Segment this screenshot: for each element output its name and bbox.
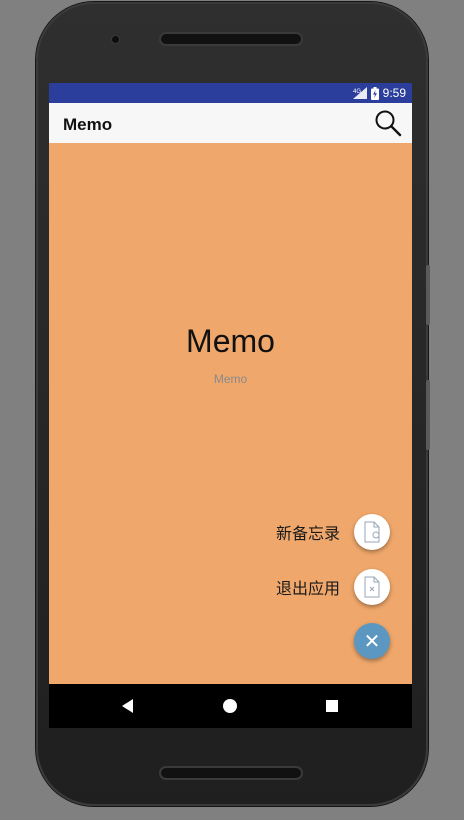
- network-type: 4G: [353, 89, 361, 95]
- power-button: [426, 380, 430, 450]
- front-camera: [112, 36, 119, 43]
- new-memo-button[interactable]: [354, 514, 390, 550]
- bottom-speaker: [161, 768, 301, 778]
- exit-app-button[interactable]: [354, 569, 390, 605]
- delete-file-icon: [364, 576, 380, 598]
- status-bar: 4G 9:59: [49, 83, 412, 103]
- search-icon[interactable]: [374, 109, 402, 137]
- exit-app-action[interactable]: 退出应用: [276, 569, 390, 605]
- signal-icon: 4G: [352, 87, 367, 99]
- battery-icon: [370, 86, 379, 100]
- main-content: Memo Memo 新备忘录 退出应用 ✕: [49, 143, 412, 684]
- recents-icon[interactable]: [322, 696, 342, 716]
- new-file-icon: [364, 521, 380, 543]
- close-menu-button[interactable]: ✕: [354, 623, 390, 659]
- home-icon[interactable]: [220, 696, 240, 716]
- volume-button: [426, 265, 430, 325]
- app-title: Memo: [63, 115, 113, 134]
- screen: 4G 9:59 Memo Memo Memo 新备忘录 退出应用 ✕: [49, 83, 412, 728]
- new-memo-label: 新备忘录: [275, 526, 340, 543]
- close-icon: ✕: [363, 630, 381, 653]
- exit-app-label: 退出应用: [275, 581, 340, 598]
- clock: 9:59: [382, 86, 406, 100]
- top-speaker: [161, 34, 301, 44]
- back-icon[interactable]: [118, 696, 138, 716]
- app-bar: Memo: [49, 103, 412, 143]
- main-title: Memo: [186, 323, 275, 359]
- navigation-bar: [49, 684, 412, 728]
- new-memo-action[interactable]: 新备忘录: [276, 514, 390, 550]
- main-subtitle: Memo: [213, 372, 248, 386]
